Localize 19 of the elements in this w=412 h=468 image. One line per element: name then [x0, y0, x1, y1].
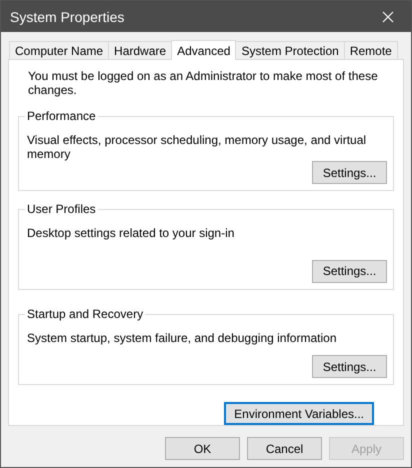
- tab[interactable]: Advanced: [171, 40, 236, 60]
- dialog-button[interactable]: OK: [165, 437, 240, 460]
- tab[interactable]: Remote: [344, 41, 398, 59]
- group-title: User Profiles: [25, 202, 98, 216]
- group-description: System startup, system failure, and debugging information: [27, 330, 338, 345]
- admin-notice: You must be logged on as an Administrator to make most of these changes.: [27, 69, 379, 97]
- group-title: Performance: [25, 109, 98, 123]
- window-title: System Properties: [10, 8, 124, 24]
- tab[interactable]: Computer Name: [9, 41, 110, 59]
- group-title: Startup and Recovery: [25, 306, 146, 321]
- close-icon: [382, 10, 394, 22]
- settings-button[interactable]: Settings...: [312, 355, 387, 378]
- dialog-button[interactable]: Cancel: [247, 437, 322, 460]
- environment-variables-button[interactable]: Environment Variables...: [224, 402, 374, 425]
- settings-button[interactable]: Settings...: [312, 260, 387, 283]
- tab[interactable]: System Protection: [235, 41, 345, 59]
- group-description: Visual effects, processor scheduling, memory usage, and virtual memory: [27, 133, 368, 161]
- group-description: Desktop settings related to your sign-in: [27, 226, 236, 240]
- settings-button[interactable]: Settings...: [312, 161, 387, 184]
